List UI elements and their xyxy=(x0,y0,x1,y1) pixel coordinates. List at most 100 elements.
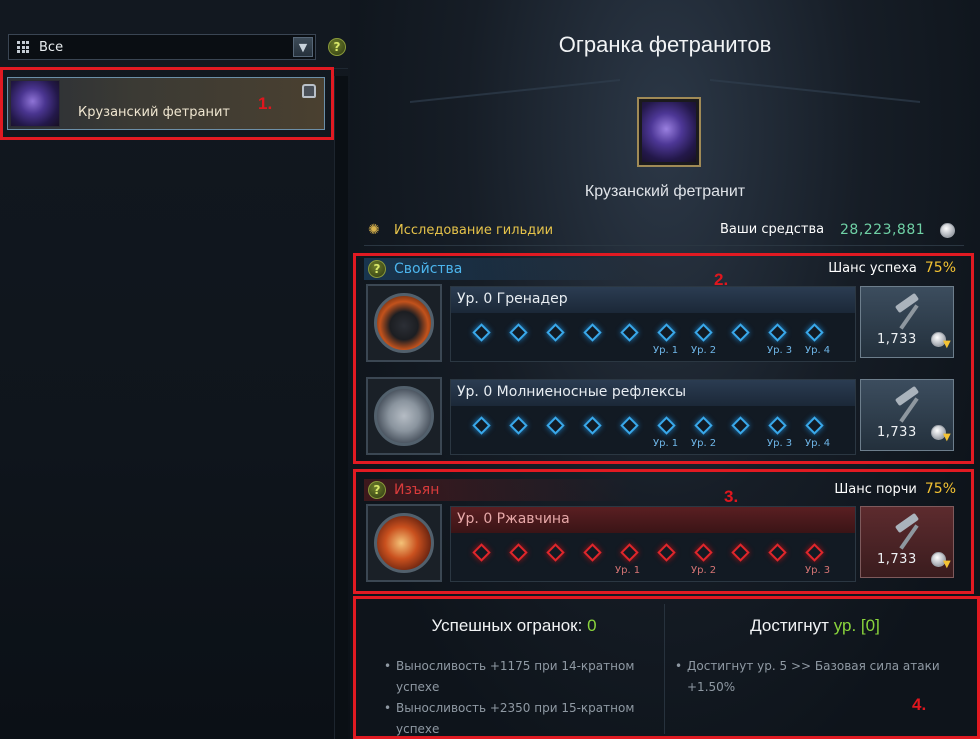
hammer-icon xyxy=(887,512,927,550)
property-track: Ур. 0 Молниеносные рефлексы Ур. 1 Ур. 2 … xyxy=(450,379,856,455)
list-item-gem[interactable]: Крузанский фетранит xyxy=(7,77,325,130)
level-marker: Ур. 4 xyxy=(805,438,831,449)
slot-diamond-icon xyxy=(657,323,676,342)
slot-diamond-icon xyxy=(546,543,565,562)
guild-laurel-icon: ✺ xyxy=(368,222,380,238)
slot-diamond-icon xyxy=(768,323,787,342)
lightning-reflexes-skill-icon xyxy=(366,377,442,455)
slot-diamond-icon xyxy=(620,323,639,342)
list-item: Выносливость +1175 при 14-кратном успехе xyxy=(384,656,654,698)
filter-help-icon[interactable]: ? xyxy=(328,38,346,56)
crest-wing-left xyxy=(410,78,620,162)
hammer-icon xyxy=(887,385,927,423)
slot-diamond-icon xyxy=(546,416,565,435)
level-marker: Ур. 2 xyxy=(691,438,717,449)
slot-diamond-icon xyxy=(657,543,676,562)
success-count: Успешных огранок: 0 xyxy=(431,616,597,635)
slot-diamond-icon xyxy=(509,416,528,435)
slot-diamond-icon xyxy=(694,323,713,342)
slot-diamond-icon xyxy=(768,416,787,435)
flaw-title: Изъян xyxy=(394,482,440,498)
hammer-icon xyxy=(887,292,927,330)
slot-diamond-icon xyxy=(731,416,750,435)
guild-research-row: ✺ Исследование гильдии Ваши средства 28,… xyxy=(364,220,964,246)
list-item: Достигнут ур. 5 >> Базовая сила атаки +1… xyxy=(675,656,945,698)
level-marker: Ур. 1 xyxy=(615,565,641,576)
cut-button[interactable]: 1,733 ▼ xyxy=(860,286,954,358)
slot-diamond-icon xyxy=(472,543,491,562)
item-list xyxy=(0,68,348,739)
slot-diamond-icon xyxy=(472,416,491,435)
corruption-chance: Шанс порчи 75% xyxy=(834,481,956,497)
flaw-header: ? Изъян Шанс порчи 75% xyxy=(364,479,964,501)
cut-button[interactable]: 1,733 ▼ xyxy=(860,379,954,451)
properties-help-icon[interactable]: ? xyxy=(368,260,386,278)
annotation-label-2: 2. xyxy=(714,270,729,289)
level-marker: Ур. 3 xyxy=(767,438,793,449)
filter-dropdown[interactable]: Все ▼ xyxy=(8,34,316,60)
property-name: Ур. 0 Гренадер xyxy=(451,287,855,313)
main-panel: Огранка фетранитов Крузанский фетранит ✺… xyxy=(350,0,980,739)
slot-diamond-icon xyxy=(583,543,602,562)
cut-cost: 1,733 xyxy=(877,332,917,347)
cut-cost: 1,733 xyxy=(877,425,917,440)
annotation-label-4: 4. xyxy=(912,695,927,714)
left-panel: Все ▼ ? Крузанский фетранит xyxy=(0,0,350,739)
level-diamonds xyxy=(463,414,833,436)
slot-diamond-icon xyxy=(694,543,713,562)
grenadier-skill-icon xyxy=(366,284,442,362)
bag-icon xyxy=(302,84,316,98)
slot-diamond-icon xyxy=(657,416,676,435)
slot-diamond-icon xyxy=(768,543,787,562)
level-marker: Ур. 2 xyxy=(691,345,717,356)
level-diamonds xyxy=(463,321,833,343)
slot-diamond-icon xyxy=(583,323,602,342)
level-diamonds xyxy=(463,541,833,563)
slot-diamond-icon xyxy=(694,416,713,435)
level-marker: Ур. 4 xyxy=(805,345,831,356)
cut-button[interactable]: 1,733 ▼ xyxy=(860,506,954,578)
list-scrollbar[interactable] xyxy=(334,76,348,739)
guild-research-link[interactable]: Исследование гильдии xyxy=(394,223,553,238)
slot-diamond-icon xyxy=(620,416,639,435)
reached-level: Достигнут ур. [0] xyxy=(750,616,880,635)
slot-diamond-icon xyxy=(472,323,491,342)
level-marker: Ур. 3 xyxy=(805,565,831,576)
level-marker: Ур. 1 xyxy=(653,438,679,449)
success-bullets: Выносливость +1175 при 14-кратном успехе… xyxy=(384,656,654,739)
slot-diamond-icon xyxy=(805,323,824,342)
crest-wing-right xyxy=(710,78,920,162)
rust-debuff-icon xyxy=(366,504,442,582)
flaw-row-rust: Ур. 0 Ржавчина Ур. 1 Ур. 2 Ур. 3 1,733 ▼ xyxy=(364,502,956,584)
slot-diamond-icon xyxy=(509,543,528,562)
grid-icon xyxy=(17,41,29,53)
level-marker: Ур. 3 xyxy=(767,345,793,356)
list-item: Выносливость +2350 при 15-кратном успехе xyxy=(384,698,654,739)
filter-row: Все ▼ ? xyxy=(8,34,348,60)
annotation-label-1: 1. xyxy=(258,94,273,113)
discount-arrow-icon: ▼ xyxy=(943,339,951,350)
discount-arrow-icon: ▼ xyxy=(943,559,951,570)
flaw-name: Ур. 0 Ржавчина xyxy=(451,507,855,533)
property-name: Ур. 0 Молниеносные рефлексы xyxy=(451,380,855,406)
success-summary: Успешных огранок: 0 Выносливость +1175 п… xyxy=(364,604,664,736)
filter-label: Все xyxy=(39,39,64,55)
slot-diamond-icon xyxy=(546,323,565,342)
summary-panel: Успешных огранок: 0 Выносливость +1175 п… xyxy=(364,604,964,739)
level-marker: Ур. 1 xyxy=(653,345,679,356)
slot-diamond-icon xyxy=(731,323,750,342)
funds-value: 28,223,881 xyxy=(840,222,926,238)
silver-coin-icon xyxy=(940,223,955,238)
page-title: Огранка фетранитов xyxy=(558,32,772,57)
chevron-down-icon[interactable]: ▼ xyxy=(293,37,313,57)
flaw-help-icon[interactable]: ? xyxy=(368,481,386,499)
slot-diamond-icon xyxy=(583,416,602,435)
slot-diamond-icon xyxy=(805,543,824,562)
annotation-label-3: 3. xyxy=(724,487,739,506)
property-row-grenadier: Ур. 0 Гренадер Ур. 1 Ур. 2 Ур. 3 Ур. 4 1… xyxy=(364,282,956,364)
list-item-label: Крузанский фетранит xyxy=(78,105,231,120)
level-marker: Ур. 2 xyxy=(691,565,717,576)
selected-gem-icon xyxy=(637,97,701,167)
slot-diamond-icon xyxy=(731,543,750,562)
slot-diamond-icon xyxy=(509,323,528,342)
